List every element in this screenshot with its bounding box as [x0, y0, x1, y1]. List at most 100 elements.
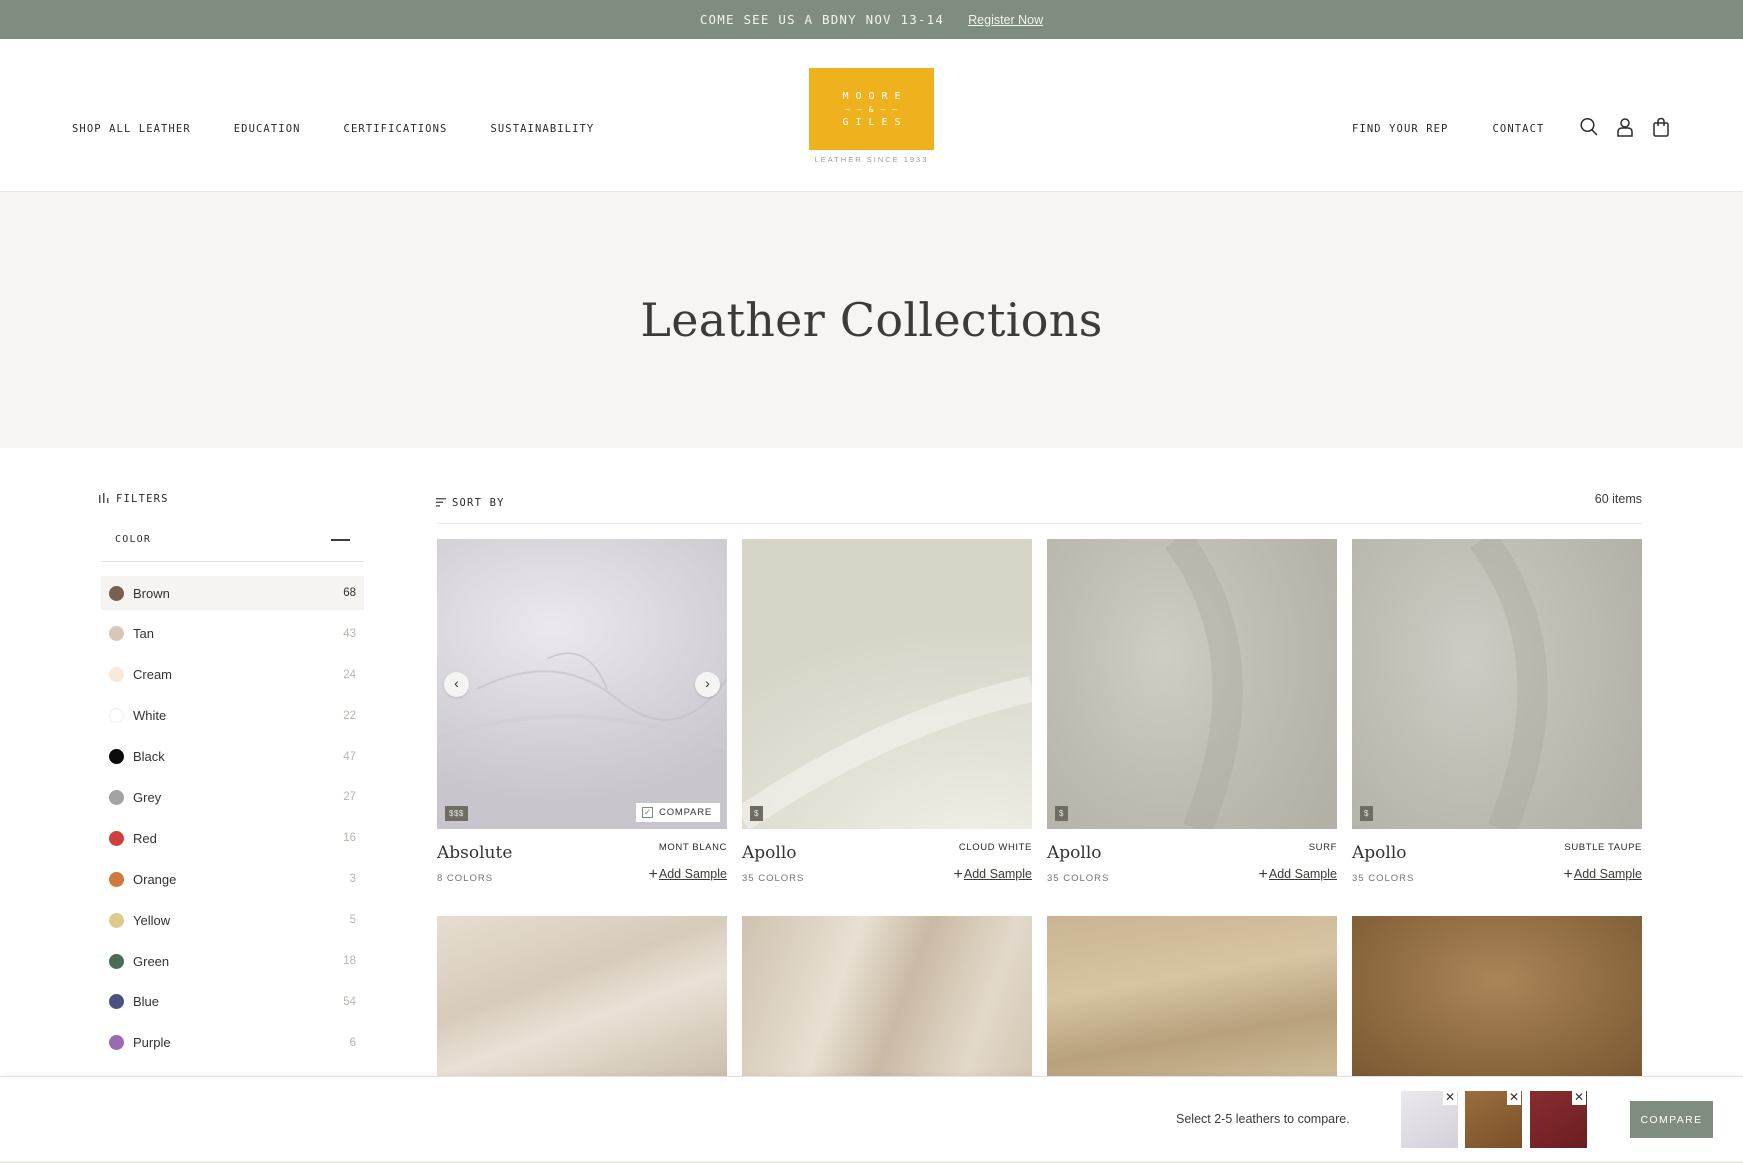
filters-toggle[interactable]: FILTERS — [99, 490, 169, 508]
product-color-count: 35 COLORS — [1352, 873, 1415, 884]
color-option-orange[interactable]: Orange 3 — [101, 862, 364, 896]
color-option-green[interactable]: Green 18 — [101, 944, 364, 978]
product-image[interactable]: ‹ › $$$ ✓ COMPARE — [437, 539, 727, 829]
add-sample-button[interactable]: +Add Sample — [1564, 866, 1642, 884]
sort-by-label: SORT BY — [452, 497, 505, 509]
product-name[interactable]: Apollo — [742, 843, 797, 863]
add-sample-label: Add Sample — [1573, 867, 1642, 881]
add-sample-button[interactable]: +Add Sample — [954, 866, 1032, 884]
add-sample-button[interactable]: +Add Sample — [1259, 866, 1337, 884]
color-option-tan[interactable]: Tan 43 — [101, 617, 364, 651]
color-count: 18 — [343, 955, 356, 968]
nav-education[interactable]: EDUCATION — [234, 123, 301, 135]
color-name: Yellow — [133, 912, 171, 928]
product-image[interactable]: $ — [1352, 539, 1642, 829]
color-option-white[interactable]: White 22 — [101, 699, 364, 733]
color-option-red[interactable]: Red 16 — [101, 821, 364, 855]
account-icon[interactable] — [1616, 117, 1634, 137]
swatch-grey — [109, 789, 124, 805]
product-image[interactable] — [742, 916, 1032, 1076]
color-option-cream[interactable]: Cream 24 — [101, 658, 364, 692]
swatch-brown — [109, 585, 124, 601]
product-card[interactable] — [742, 916, 1032, 1076]
color-count: 16 — [343, 832, 356, 845]
color-filter-header[interactable]: COLOR — [101, 524, 364, 562]
product-card[interactable] — [1352, 916, 1642, 1076]
product-image[interactable]: $ — [742, 539, 1032, 829]
add-sample-label: Add Sample — [658, 867, 727, 881]
checkbox-check-icon: ✓ — [642, 807, 654, 818]
product-color-count: 35 COLORS — [1047, 873, 1110, 884]
nav-contact[interactable]: CONTACT — [1492, 123, 1544, 135]
color-name: Blue — [133, 994, 160, 1010]
compare-checkbox[interactable]: ✓ COMPARE — [636, 803, 720, 822]
compare-thumb[interactable]: ✕ — [1465, 1091, 1522, 1148]
color-count: 43 — [343, 627, 356, 640]
color-option-yellow[interactable]: Yellow 5 — [101, 903, 364, 937]
color-option-black[interactable]: Black 47 — [101, 740, 364, 774]
product-card[interactable]: $ Apollo CLOUD WHITE 35 COLORS +Add Samp… — [742, 539, 1032, 889]
plus-icon: + — [1563, 866, 1573, 883]
nav-find-your-rep[interactable]: FIND YOUR REP — [1352, 123, 1448, 135]
swatch-yellow — [109, 912, 124, 928]
search-icon[interactable] — [1580, 117, 1598, 137]
product-card[interactable] — [437, 916, 727, 1076]
nav-shop-all-leather[interactable]: SHOP ALL LEATHER — [72, 123, 191, 135]
compare-thumb[interactable]: ✕ — [1401, 1091, 1458, 1148]
nav-certifications[interactable]: CERTIFICATIONS — [344, 123, 448, 135]
product-card[interactable] — [1047, 916, 1337, 1076]
logo-line-1: MOORE — [842, 90, 908, 102]
swatch-blue — [109, 994, 124, 1010]
product-name[interactable]: Apollo — [1047, 843, 1102, 863]
swatch-purple — [109, 1035, 124, 1051]
carousel-prev-icon[interactable]: ‹ — [444, 672, 469, 697]
price-tier-badge: $ — [750, 806, 763, 821]
compare-bar: Select 2-5 leathers to compare. ✕ ✕ ✕ CO… — [0, 1076, 1743, 1163]
product-name[interactable]: Absolute — [437, 843, 512, 863]
swatch-orange — [109, 871, 124, 887]
color-name: Purple — [133, 1035, 171, 1051]
product-meta: Apollo SUBTLE TAUPE 35 COLORS +Add Sampl… — [1352, 829, 1642, 889]
plus-icon: + — [953, 866, 963, 883]
product-card[interactable]: ‹ › $$$ ✓ COMPARE Absolute MONT BLANC 8 … — [437, 539, 727, 889]
carousel-next-icon[interactable]: › — [695, 672, 720, 697]
remove-icon[interactable]: ✕ — [1443, 1091, 1457, 1105]
filters-icon — [99, 490, 110, 508]
product-variant: SUBTLE TAUPE — [1564, 842, 1642, 853]
primary-nav: SHOP ALL LEATHER EDUCATION CERTIFICATION… — [72, 123, 594, 135]
color-name: Grey — [133, 789, 162, 805]
logo-line-3: GILES — [842, 116, 908, 128]
product-color-count: 8 COLORS — [437, 873, 494, 884]
color-count: 3 — [349, 873, 356, 886]
bag-icon[interactable] — [1652, 117, 1670, 137]
color-option-brown[interactable]: Brown 68 — [101, 576, 364, 610]
color-option-purple[interactable]: Purple 6 — [101, 1026, 364, 1060]
color-filter-list: Brown 68 Tan 43 Cream 24 White 22 Black … — [101, 576, 364, 1067]
add-sample-button[interactable]: +Add Sample — [649, 866, 727, 884]
color-count: 54 — [343, 995, 356, 1008]
product-card[interactable]: $ Apollo SURF 35 COLORS +Add Sample — [1047, 539, 1337, 889]
product-image[interactable] — [1047, 916, 1337, 1076]
product-card[interactable]: $ Apollo SUBTLE TAUPE 35 COLORS +Add Sam… — [1352, 539, 1642, 889]
color-count: 5 — [349, 914, 356, 927]
remove-icon[interactable]: ✕ — [1572, 1091, 1586, 1105]
logo[interactable]: MOORE — — & — — GILES — [809, 68, 934, 150]
price-tier-badge: $ — [1360, 806, 1373, 821]
product-image[interactable] — [437, 916, 727, 1076]
color-option-grey[interactable]: Grey 27 — [101, 780, 364, 814]
color-option-blue[interactable]: Blue 54 — [101, 985, 364, 1019]
register-now-link[interactable]: Register Now — [968, 13, 1043, 27]
collapse-icon[interactable] — [331, 539, 350, 541]
sort-by-button[interactable]: SORT BY — [436, 494, 505, 512]
hero-banner: Leather Collections — [0, 192, 1743, 448]
product-image[interactable] — [1352, 916, 1642, 1076]
secondary-nav: FIND YOUR REP CONTACT — [1352, 123, 1544, 135]
remove-icon[interactable]: ✕ — [1507, 1091, 1521, 1105]
color-count: 27 — [343, 791, 356, 804]
product-meta: Apollo SURF 35 COLORS +Add Sample — [1047, 829, 1337, 889]
compare-thumb[interactable]: ✕ — [1530, 1091, 1587, 1148]
product-name[interactable]: Apollo — [1352, 843, 1407, 863]
nav-sustainability[interactable]: SUSTAINABILITY — [490, 123, 594, 135]
product-image[interactable]: $ — [1047, 539, 1337, 829]
compare-button[interactable]: COMPARE — [1630, 1101, 1713, 1138]
